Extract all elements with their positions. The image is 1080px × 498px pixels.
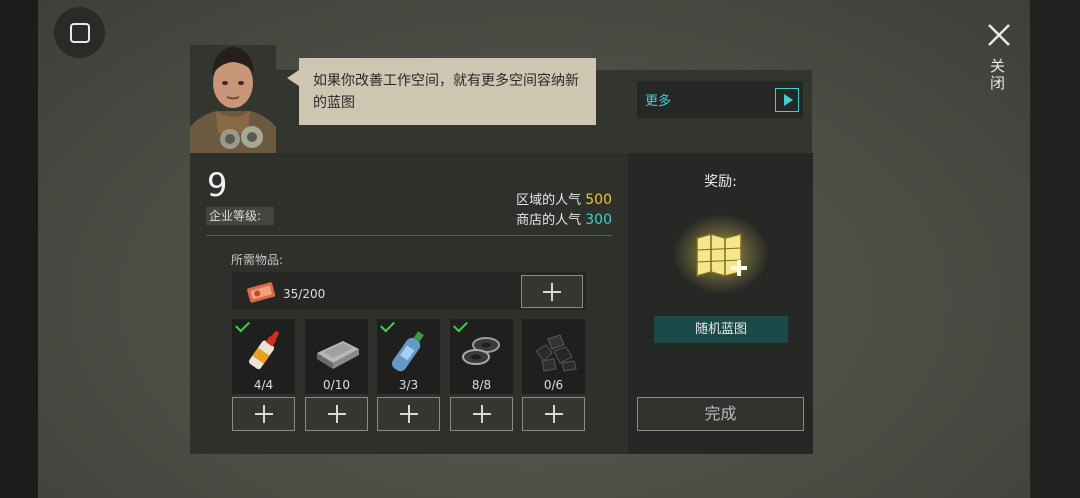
business-level-label: 企业等级: [206,207,274,225]
square-icon [69,22,90,43]
coupon-icon [247,282,276,303]
play-icon [783,93,793,106]
plastic-bottle-icon [392,331,424,372]
plus-icon-vertical [262,405,265,423]
screen-left-edge [0,0,38,498]
close-icon[interactable] [986,22,1012,48]
close-label[interactable]: 关闭 [988,58,1008,92]
item-count: 4/4 [253,378,274,392]
add-item-button[interactable] [377,397,440,431]
shop-popularity-value: 300 [585,212,612,228]
washer-icon [462,337,500,365]
currency-count: 35/200 [283,287,326,301]
item-tile-ingot[interactable]: 0/10 [305,319,368,394]
item-tile-washer[interactable]: 8/8 [450,317,513,394]
add-item-button[interactable] [522,397,585,431]
blueprint-map-icon [673,214,769,294]
plus-icon-vertical [552,405,555,423]
play-button[interactable] [775,87,799,112]
item-count: 0/6 [543,378,564,392]
business-level-value: 9 [207,166,228,204]
more-button[interactable]: 更多 [637,81,803,118]
character-portrait [190,45,276,153]
add-item-button[interactable] [450,397,513,431]
add-item-button[interactable] [232,397,295,431]
plus-icon-vertical [480,405,483,423]
glue-icon [248,330,280,370]
required-items-label: 所需物品: [231,253,284,267]
add-currency-button[interactable] [521,275,583,308]
shop-popularity: 商店的人气 300 [516,209,612,228]
item-tile-bottle[interactable]: 3/3 [377,317,440,394]
more-label: 更多 [645,94,672,109]
screen-right-edge [1030,0,1080,498]
area-popularity: 区域的人气 500 [516,189,612,208]
overview-button[interactable] [54,7,105,58]
item-tile-glue[interactable]: 4/4 [232,317,295,394]
add-item-button[interactable] [305,397,368,431]
plus-icon-vertical [407,405,410,423]
area-popularity-value: 500 [585,192,612,208]
plus-icon-vertical [551,282,553,301]
area-popularity-label: 区域的人气 [516,193,582,208]
coal-icon [535,334,577,372]
item-count: 8/8 [471,378,492,392]
item-tile-coal[interactable]: 0/6 [522,319,585,394]
reward-title: 奖励: [704,174,737,190]
plus-icon-vertical [335,405,338,423]
metal-ingot-icon [317,341,359,369]
item-count: 3/3 [398,378,419,392]
shop-popularity-label: 商店的人气 [516,213,582,228]
reward-name: 随机蓝图 [654,316,788,343]
divider [206,235,612,236]
item-count: 0/10 [323,378,350,392]
character-portrait-icon [190,45,276,153]
complete-button[interactable]: 完成 [637,397,804,431]
speech-bubble: 如果你改善工作空间，就有更多空间容纳新的蓝图 [299,58,596,125]
speech-bubble-tail [287,70,299,86]
